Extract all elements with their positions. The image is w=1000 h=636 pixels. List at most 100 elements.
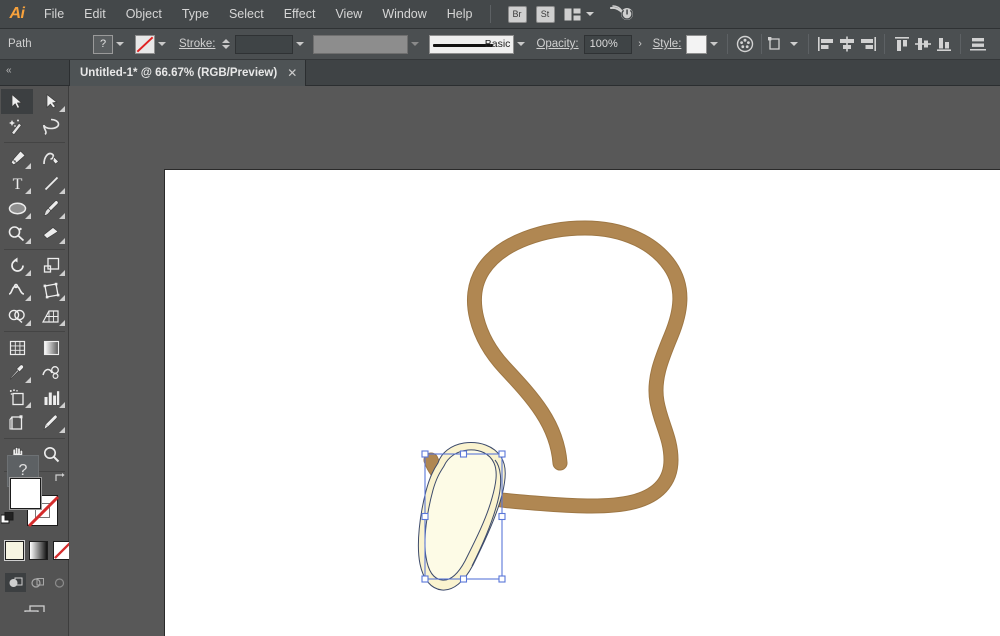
eyedropper-tool[interactable] bbox=[1, 360, 33, 385]
distribute-vertical-icon[interactable] bbox=[967, 34, 988, 55]
color-button[interactable] bbox=[4, 540, 25, 561]
menu-window[interactable]: Window bbox=[372, 0, 436, 29]
stroke-weight-stepper[interactable] bbox=[222, 39, 233, 49]
opacity-more-options-button[interactable]: › bbox=[632, 35, 649, 54]
scale-tool[interactable] bbox=[35, 253, 67, 278]
menu-help[interactable]: Help bbox=[437, 0, 483, 29]
free-transform-tool[interactable] bbox=[35, 278, 67, 303]
handle-top-right[interactable] bbox=[498, 450, 506, 458]
pen-tool[interactable] bbox=[1, 146, 33, 171]
handle-bottom-center[interactable] bbox=[459, 575, 468, 583]
width-tool[interactable] bbox=[1, 278, 33, 303]
control-divider-3 bbox=[808, 34, 810, 54]
collapse-panel-icon[interactable]: « bbox=[6, 65, 11, 76]
eraser-tool[interactable] bbox=[35, 221, 67, 246]
selection-tool[interactable] bbox=[1, 89, 33, 114]
brush-dropdown-button[interactable] bbox=[514, 35, 528, 54]
horizontal-align-left-icon[interactable] bbox=[815, 34, 836, 55]
handle-middle-left[interactable] bbox=[421, 512, 429, 521]
draw-normal-button[interactable] bbox=[5, 573, 26, 592]
menu-file[interactable]: File bbox=[34, 0, 74, 29]
menu-effect[interactable]: Effect bbox=[274, 0, 326, 29]
document-tab[interactable]: Untitled-1* @ 66.67% (RGB/Preview) ✕ bbox=[69, 60, 307, 86]
stroke-dropdown-button[interactable] bbox=[155, 35, 169, 54]
shaper-blob-icon bbox=[8, 226, 25, 242]
recolor-artwork-icon[interactable] bbox=[734, 34, 755, 55]
magic-wand-tool[interactable] bbox=[1, 114, 33, 139]
brush-definition-select[interactable]: Basic bbox=[429, 34, 515, 54]
type-tool[interactable]: T bbox=[1, 171, 33, 196]
menu-type[interactable]: Type bbox=[172, 0, 219, 29]
menu-object[interactable]: Object bbox=[116, 0, 172, 29]
stock-button[interactable]: St bbox=[535, 5, 555, 23]
stroke-weight-input[interactable] bbox=[235, 34, 294, 54]
flyout-indicator-icon bbox=[59, 106, 65, 112]
scale-icon bbox=[43, 257, 59, 273]
rotate-tool[interactable] bbox=[1, 253, 33, 278]
close-icon[interactable]: ✕ bbox=[287, 67, 297, 79]
column-graph-tool[interactable] bbox=[35, 385, 67, 410]
handle-bottom-right[interactable] bbox=[498, 575, 506, 583]
artboard[interactable] bbox=[164, 169, 1000, 636]
vertical-align-bottom-icon[interactable] bbox=[933, 34, 954, 55]
flyout-indicator-icon bbox=[25, 238, 31, 244]
stroke-weight-label: Stroke: bbox=[179, 38, 216, 50]
handle-bottom-left[interactable] bbox=[421, 575, 429, 583]
fill-color-swatch[interactable] bbox=[9, 477, 42, 510]
flyout-indicator-icon bbox=[25, 270, 31, 276]
gradient-button[interactable] bbox=[29, 541, 48, 560]
color-mode-buttons bbox=[4, 540, 72, 561]
fill-dropdown-button[interactable] bbox=[113, 35, 127, 54]
stroke-weight-dropdown-button[interactable] bbox=[293, 35, 307, 54]
style-dropdown-button[interactable] bbox=[707, 35, 721, 54]
bridge-button[interactable]: Br bbox=[507, 5, 527, 23]
mesh-tool[interactable] bbox=[1, 335, 33, 360]
menu-edit[interactable]: Edit bbox=[74, 0, 116, 29]
stroke-profile-dropdown-button[interactable] bbox=[408, 35, 422, 54]
fill-swatch-button[interactable]: ? bbox=[93, 34, 113, 54]
swap-fill-stroke-icon[interactable] bbox=[55, 473, 66, 484]
menu-view[interactable]: View bbox=[325, 0, 372, 29]
graphic-style-swatch[interactable] bbox=[686, 34, 708, 54]
shaper-tool[interactable] bbox=[1, 221, 33, 246]
zoom-tool[interactable] bbox=[35, 442, 67, 467]
chevron-down-icon bbox=[710, 42, 719, 46]
lasso-tool[interactable] bbox=[35, 114, 67, 139]
stroke-profile-select[interactable] bbox=[313, 34, 409, 54]
perspective-grid-tool[interactable] bbox=[35, 303, 67, 328]
horizontal-align-right-icon[interactable] bbox=[857, 34, 878, 55]
handle-top-center[interactable] bbox=[459, 450, 468, 458]
draw-inside-button[interactable] bbox=[49, 573, 70, 592]
line-segment-tool[interactable] bbox=[35, 171, 67, 196]
canvas-area[interactable] bbox=[69, 86, 1000, 636]
curvature-tool[interactable] bbox=[35, 146, 67, 171]
artboard-tool[interactable] bbox=[1, 410, 33, 435]
shape-builder-tool[interactable] bbox=[1, 303, 33, 328]
default-fill-stroke-icon[interactable] bbox=[1, 512, 14, 525]
handle-top-left[interactable] bbox=[421, 450, 429, 458]
ellipse-tool[interactable] bbox=[1, 196, 33, 221]
transform-panel-icon[interactable] bbox=[768, 36, 799, 52]
stroke-swatch-button[interactable] bbox=[135, 34, 155, 54]
chevron-down-icon bbox=[116, 42, 124, 46]
vertical-align-center-icon[interactable] bbox=[912, 34, 933, 55]
blend-tool[interactable] bbox=[35, 360, 67, 385]
menu-divider bbox=[489, 5, 491, 23]
draw-behind-button[interactable] bbox=[27, 573, 48, 592]
horizontal-align-center-icon[interactable] bbox=[836, 34, 857, 55]
arrange-documents-icon[interactable] bbox=[564, 8, 594, 21]
symbol-sprayer-tool[interactable] bbox=[1, 385, 33, 410]
direct-selection-tool[interactable] bbox=[35, 89, 67, 114]
valign-top-glyph bbox=[894, 37, 909, 51]
handle-middle-right[interactable] bbox=[498, 512, 506, 521]
search-adobe-stock-icon[interactable] bbox=[609, 4, 636, 25]
vertical-align-top-icon[interactable] bbox=[891, 34, 912, 55]
artboard-icon bbox=[8, 414, 22, 430]
slice-tool[interactable] bbox=[35, 410, 67, 435]
paintbrush-tool[interactable] bbox=[35, 196, 67, 221]
draw-behind-icon bbox=[31, 577, 44, 588]
control-divider-4 bbox=[884, 34, 886, 54]
gradient-tool[interactable] bbox=[35, 335, 67, 360]
menu-select[interactable]: Select bbox=[219, 0, 274, 29]
opacity-input[interactable]: 100% bbox=[583, 34, 632, 54]
